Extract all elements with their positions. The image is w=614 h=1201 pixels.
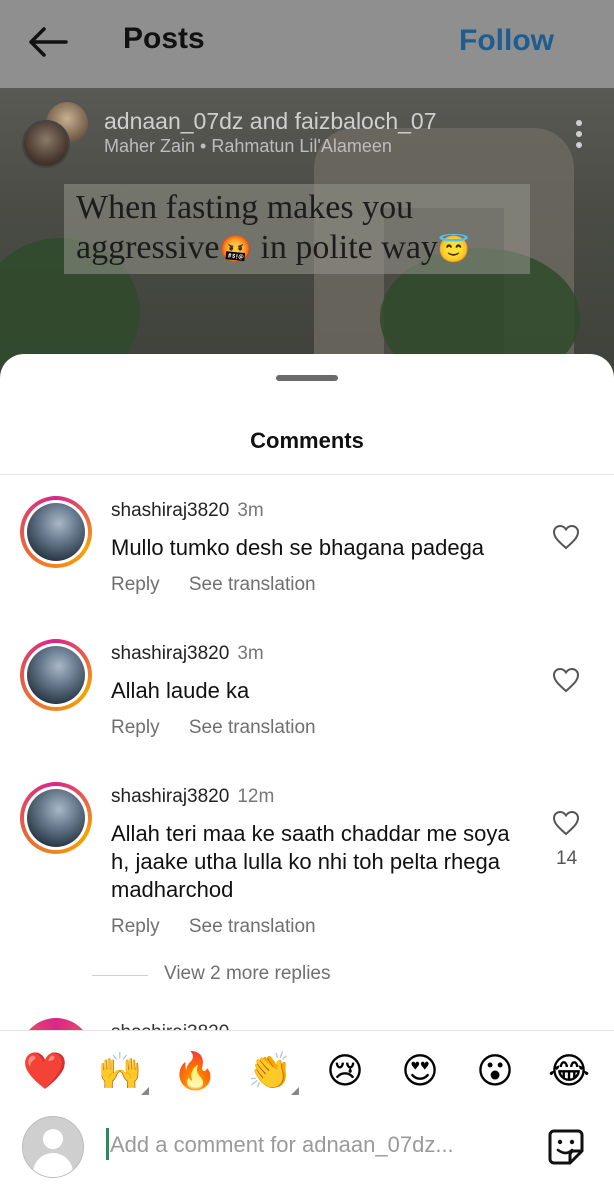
raised-hands-emoji-icon[interactable]: 🙌	[95, 1047, 149, 1095]
comment-time: 12m	[237, 786, 275, 807]
comment-actions: Reply See translation	[111, 574, 340, 596]
comment-actions: Reply See translation	[111, 916, 340, 938]
comment-text: Mullo tumko desh se bhagana padega	[111, 535, 485, 560]
sheet-title: Comments	[250, 428, 364, 453]
heart-icon[interactable]	[552, 667, 580, 693]
comment-text: Allah laude ka	[111, 678, 250, 703]
add-comment-input[interactable]	[108, 1127, 512, 1163]
quick-reactions: ❤️ 🙌 🔥 👏 😢 😍 😮 😂	[0, 1047, 614, 1097]
drag-handle[interactable]	[276, 375, 338, 381]
reply-button[interactable]: Reply	[111, 717, 160, 738]
reply-button[interactable]: Reply	[111, 574, 160, 595]
comment-username[interactable]: shashiraj3820 3m	[111, 643, 264, 665]
comment-time: 3m	[237, 500, 264, 521]
post-audio[interactable]: Maher Zain • Rahmatun Lil'Alameen	[104, 136, 392, 157]
surprised-emoji-icon[interactable]: 😮	[470, 1047, 520, 1095]
angry-emoji-icon: 🤬	[219, 235, 252, 264]
divider	[0, 474, 614, 475]
comment-text: Allah teri maa ke saath chaddar me soya …	[111, 821, 510, 902]
comment-time: 3m	[237, 643, 264, 664]
caption-line-1: When fasting makes you	[76, 189, 414, 226]
like-count: 14	[556, 848, 578, 869]
comment-actions: Reply See translation	[111, 717, 340, 739]
caption-line-2: aggressive🤬 in polite way😇	[76, 229, 471, 266]
more-options-icon[interactable]	[576, 120, 584, 150]
follow-button[interactable]: Follow	[459, 24, 554, 58]
see-translation-button[interactable]: See translation	[189, 717, 316, 738]
crying-emoji-icon[interactable]: 😢	[320, 1047, 370, 1095]
top-bar: Posts Follow	[0, 0, 614, 88]
heart-icon[interactable]	[552, 810, 580, 836]
view-replies-text[interactable]: View 2 more replies	[164, 963, 331, 985]
see-translation-button[interactable]: See translation	[189, 916, 316, 937]
clap-emoji-icon[interactable]: 👏	[245, 1047, 299, 1095]
comment-composer: ❤️ 🙌 🔥 👏 😢 😍 😮 😂	[0, 1030, 614, 1201]
halo-emoji-icon: 😇	[437, 235, 471, 264]
author-avatar[interactable]	[22, 120, 70, 168]
back-arrow-icon[interactable]	[26, 24, 70, 60]
see-translation-button[interactable]: See translation	[189, 574, 316, 595]
laughing-emoji-icon[interactable]: 😂	[544, 1047, 594, 1095]
comment-username[interactable]: shashiraj3820 3m	[111, 500, 264, 522]
fire-emoji-icon[interactable]: 🔥	[170, 1047, 220, 1095]
sticker-icon[interactable]	[546, 1127, 586, 1167]
heart-icon[interactable]	[552, 524, 580, 550]
my-avatar	[22, 1116, 84, 1178]
commenter-avatar[interactable]	[20, 782, 92, 854]
post-media: adnaan_07dz and faizbaloch_07 Maher Zain…	[0, 88, 614, 378]
post-usernames[interactable]: adnaan_07dz and faizbaloch_07	[104, 108, 437, 135]
commenter-avatar[interactable]	[20, 496, 92, 568]
heart-emoji-icon[interactable]: ❤️	[20, 1047, 70, 1095]
post-caption: When fasting makes you aggressive🤬 in po…	[64, 184, 530, 274]
heart-eyes-emoji-icon[interactable]: 😍	[395, 1047, 445, 1095]
page-title: Posts	[123, 22, 205, 55]
reply-button[interactable]: Reply	[111, 916, 160, 937]
replies-line	[92, 975, 148, 976]
commenter-avatar[interactable]	[20, 639, 92, 711]
comment-username[interactable]: shashiraj3820 12m	[111, 786, 274, 808]
